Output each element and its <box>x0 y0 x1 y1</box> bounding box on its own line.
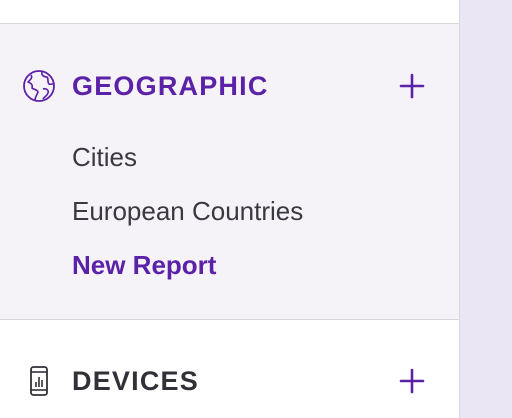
section-title-devices: DEVICES <box>72 365 199 396</box>
new-report-link[interactable]: New Report <box>72 238 303 292</box>
mobile-device-icon <box>22 364 56 398</box>
report-link-cities[interactable]: Cities <box>72 130 303 184</box>
section-devices: DEVICES <box>0 320 459 418</box>
report-link-european-countries[interactable]: European Countries <box>72 184 303 238</box>
plus-icon <box>399 368 425 394</box>
section-title-geographic: GEOGRAPHIC <box>72 70 269 101</box>
section-header-geographic[interactable]: GEOGRAPHIC <box>22 68 428 104</box>
globe-icon <box>22 69 56 103</box>
reports-sidebar: GEOGRAPHIC Cities European Countries New… <box>0 0 460 418</box>
previous-section-edge <box>0 0 459 24</box>
plus-icon <box>399 73 425 99</box>
add-report-geographic-button[interactable] <box>396 70 428 102</box>
section-header-devices[interactable]: DEVICES <box>22 363 428 399</box>
geographic-report-list: Cities European Countries New Report <box>72 130 303 292</box>
add-report-devices-button[interactable] <box>396 365 428 397</box>
section-geographic: GEOGRAPHIC Cities European Countries New… <box>0 24 459 320</box>
